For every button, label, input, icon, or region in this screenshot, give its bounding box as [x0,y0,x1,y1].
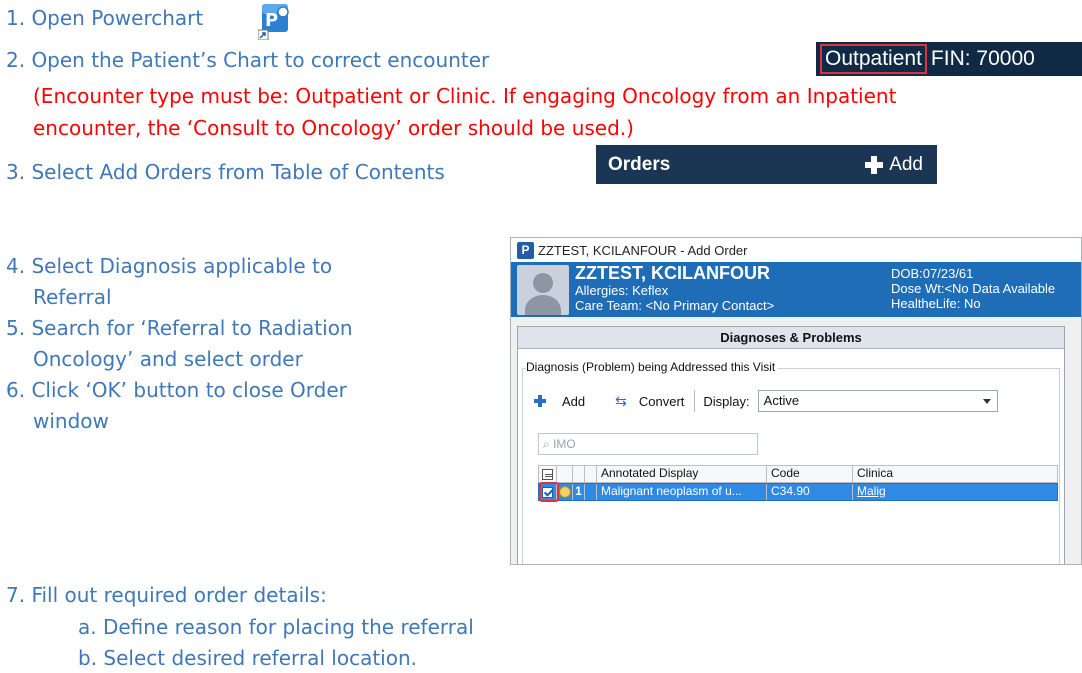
row-annotated-display: Malignant neoplasm of u... [597,484,767,500]
step-5-cont: Oncology’ and select order [33,347,303,371]
checkbox-highlight [539,482,559,502]
window-titlebar: P ZZTEST, KCILANFOUR - Add Order [511,238,1081,262]
add-diagnosis-icon[interactable] [534,395,546,407]
step-4: 4. Select Diagnosis applicable to [6,254,333,278]
encounter-fin: FIN: 70000 [930,47,1035,70]
toolbar-separator [694,390,696,412]
step-3: 3. Select Add Orders from Table of Conte… [6,160,445,184]
display-label: Display: [703,393,750,409]
step-1: 1. Open Powerchart [6,6,204,30]
patient-healthelife: HealtheLife: No [891,296,981,311]
add-orders-button[interactable]: Add [865,154,923,176]
patient-banner: ZZTEST, KCILANFOUR Allergies: Keflex Car… [511,262,1081,317]
patient-dose-weight: Dose Wt:<No Data Available [891,281,1056,296]
status-icon [558,486,571,498]
step-4-cont: Referral [33,285,112,309]
step-7: 7. Fill out required order details: [6,583,327,607]
display-dropdown[interactable]: Active [757,390,998,412]
step-7b: b. Select desired referral location. [78,646,417,670]
display-value: Active [763,393,800,408]
patient-name: ZZTEST, KCILANFOUR [575,263,770,283]
orders-add-bar[interactable]: Orders Add [596,145,937,184]
add-order-window: P ZZTEST, KCILANFOUR - Add Order ZZTEST,… [510,237,1082,565]
powerchart-badge-icon: P [517,241,534,259]
row-number: 1 [573,484,585,500]
patient-info-right: DOB:07/23/61 Dose Wt:<No Data Available … [891,266,1055,311]
window-title: ZZTEST, KCILANFOUR - Add Order [538,242,748,258]
header-code[interactable]: Code [767,466,853,482]
svg-text:P: P [265,10,278,31]
plus-icon [865,155,884,174]
grid-header: Annotated Display Code Clinica [538,465,1058,483]
patient-allergies: Allergies: Keflex [575,283,669,298]
step-6: 6. Click ‘OK’ button to close Order [6,378,347,402]
header-annotated-display[interactable]: Annotated Display [597,466,767,482]
diagnoses-panel: Diagnoses & Problems Diagnosis (Problem)… [517,326,1065,564]
chevron-down-icon [982,399,991,404]
select-all-icon[interactable] [542,468,553,480]
encounter-note-line-1: (Encounter type must be: Outpatient or C… [33,84,897,108]
diagnosis-grid: Annotated Display Code Clinica 1 Maligna… [538,465,1058,502]
orders-title: Orders [608,153,671,175]
row-clinical-link[interactable]: Malig [857,484,886,498]
panel-title: Diagnoses & Problems [518,327,1064,349]
step-6-cont: window [33,409,109,433]
step-2: 2. Open the Patient’s Chart to correct e… [6,48,490,72]
row-status-cell [557,484,573,500]
imo-search-input[interactable]: ⌕ IMO [538,433,758,455]
add-diagnosis-button[interactable]: Add [562,394,585,409]
header-number [573,466,585,482]
patient-avatar [517,265,569,315]
powerchart-icon: P [258,4,289,40]
encounter-banner: Outpatient FIN: 70000 [816,42,1082,76]
row-code: C34.90 [767,484,853,500]
table-row[interactable]: 1 Malignant neoplasm of u... C34.90 Mali… [538,483,1058,501]
step-7a: a. Define reason for placing the referra… [78,615,474,639]
header-blank [585,466,597,482]
step-5: 5. Search for ‘Referral to Radiation [6,316,353,340]
header-clinical[interactable]: Clinica [853,466,1057,482]
convert-button[interactable]: Convert [639,394,685,409]
diagnosis-toolbar: Add ⇆ Convert Display: Active [534,385,1054,417]
patient-care-team: Care Team: <No Primary Contact> [575,298,775,313]
imo-placeholder: IMO [553,437,576,451]
diagnosis-group-label: Diagnosis (Problem) being Addressed this… [526,360,779,374]
patient-info: ZZTEST, KCILANFOUR Allergies: Keflex Car… [575,264,774,317]
row-clinical-cell: Malig [853,484,1057,500]
row-blank [585,484,597,500]
encounter-note-line-2: encounter, the ‘Consult to Oncology’ ord… [33,116,634,140]
add-orders-label: Add [889,153,923,175]
header-status [557,466,573,482]
encounter-type: Outpatient [820,44,927,74]
header-select-all [539,466,557,482]
patient-dob: DOB:07/23/61 [891,266,974,281]
convert-icon[interactable]: ⇆ [615,393,627,410]
